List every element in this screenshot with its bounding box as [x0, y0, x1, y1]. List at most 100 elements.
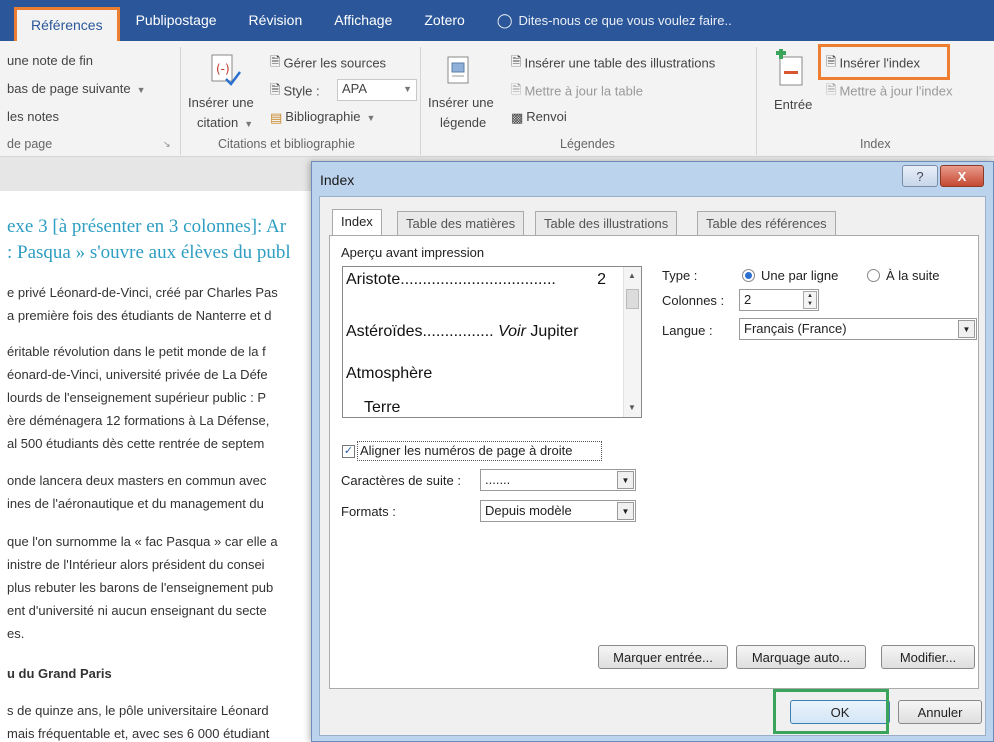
tab-leader-select[interactable]: ....... ▼ — [480, 469, 636, 491]
language-select[interactable]: Français (France) ▼ — [739, 318, 977, 340]
preview-leader: ................................... — [400, 271, 556, 288]
cross-reference-label: Renvoi — [526, 109, 567, 124]
tab-mailings[interactable]: Publipostage — [120, 0, 233, 41]
show-notes-button[interactable]: les notes — [7, 109, 59, 124]
cancel-button[interactable]: Annuler — [898, 700, 982, 724]
doc-heading-line-2: : Pasqua » s'ouvre aux élèves du publ — [7, 242, 291, 263]
tab-references[interactable]: Références — [14, 7, 120, 41]
chevron-down-icon[interactable]: ▼ — [617, 502, 634, 520]
mark-entry-button[interactable]: Entrée — [774, 97, 812, 112]
preview-page-number: 2 — [597, 271, 606, 288]
align-page-numbers-checkbox[interactable]: ✓ — [342, 445, 355, 458]
doc-subheading: u du Grand Paris — [7, 666, 112, 681]
doc-text-line: lourds de l'enseignement supérieur publi… — [7, 390, 267, 405]
scroll-down-icon[interactable]: ▼ — [628, 403, 636, 412]
doc-text-line: ère déménagera 12 formations à La Défens… — [7, 413, 270, 428]
tell-me-box[interactable]: ◯ Dites-nous ce que vous voulez faire.. — [481, 0, 748, 41]
help-button[interactable]: ? — [902, 165, 938, 187]
close-button[interactable]: X — [940, 165, 984, 187]
doc-text-line: al 500 étudiants dès cette rentrée de se… — [7, 436, 265, 451]
tab-table-of-contents[interactable]: Table des matières — [397, 211, 525, 235]
type-label: Type : — [662, 268, 698, 283]
print-preview-box: Aristote................................… — [342, 266, 642, 418]
preview-term: Aristote — [346, 271, 401, 288]
insert-caption-label-1[interactable]: Insérer une — [428, 95, 494, 110]
type-option-run-in[interactable]: À la suite — [886, 268, 939, 283]
scroll-thumb[interactable] — [626, 289, 639, 309]
doc-text-line: es. — [7, 626, 25, 641]
columns-spinner[interactable]: ▲ ▼ — [803, 291, 817, 309]
bibliography-button[interactable]: ▤ Bibliographie ▼ — [270, 109, 375, 126]
insert-citation-label-1[interactable]: Insérer une — [188, 95, 254, 110]
doc-text-line: que l'on surnomme la « fac Pasqua » car … — [7, 534, 278, 549]
chevron-down-icon: ▼ — [366, 113, 376, 123]
chevron-down-icon[interactable]: ▼ — [958, 320, 975, 338]
insert-endnote-button[interactable]: une note de fin — [7, 53, 93, 68]
style-label-wrap: 🗎 Style : — [270, 81, 320, 103]
update-table-icon: 🗎 — [511, 82, 522, 97]
mark-entry-dialog-button[interactable]: Marquer entrée... — [598, 645, 728, 669]
manage-sources-icon: 🗎 — [270, 54, 281, 69]
next-footnote-button[interactable]: bas de page suivante ▼ — [7, 81, 146, 96]
insert-index-highlight — [818, 44, 950, 80]
spin-up-icon[interactable]: ▲ — [804, 292, 816, 300]
tab-index[interactable]: Index — [332, 209, 382, 236]
type-option-per-line[interactable]: Une par ligne — [761, 268, 838, 283]
bibliography-label: Bibliographie — [285, 109, 361, 124]
auto-mark-button[interactable]: Marquage auto... — [736, 645, 866, 669]
ribbon: une note de fin bas de page suivante ▼ le… — [0, 41, 994, 157]
preview-label: Aperçu avant impression — [341, 245, 485, 260]
tab-zotero[interactable]: Zotero — [408, 0, 480, 41]
style-label: Style : — [283, 83, 320, 99]
formats-select[interactable]: Depuis modèle ▼ — [480, 500, 636, 522]
doc-text-line: plus rebuter les barons de l'enseignemen… — [7, 580, 274, 595]
columns-field[interactable]: 2 ▲ ▼ — [739, 289, 819, 311]
doc-text-line: s de quinze ans, le pôle universitaire L… — [7, 703, 269, 718]
tab-table-of-figures[interactable]: Table des illustrations — [535, 211, 678, 235]
tab-table-of-authorities[interactable]: Table des références — [697, 211, 836, 235]
tab-review[interactable]: Révision — [233, 0, 319, 41]
type-radio-run-in[interactable] — [867, 269, 880, 282]
preview-entry: Astéroïdes................ Voir Jupiter — [346, 323, 578, 341]
preview-entry: Atmosphère — [346, 365, 432, 383]
formats-label: Formats : — [341, 504, 396, 519]
chevron-down-icon: ▼ — [244, 119, 254, 129]
insert-citation-button[interactable]: citation ▼ — [197, 115, 253, 130]
manage-sources-button[interactable]: 🗎 Gérer les sources — [270, 53, 386, 75]
svg-text:(-): (-) — [216, 62, 230, 76]
citation-style-value: APA — [342, 81, 368, 96]
update-table-label: Mettre à jour la table — [524, 83, 643, 99]
document-page[interactable]: exe 3 [à présenter en 3 colonnes]: Ar : … — [0, 191, 330, 742]
index-tab-panel: Aperçu avant impression Aristote........… — [329, 235, 979, 689]
update-index-button[interactable]: 🗎 Mettre à jour l'index — [826, 81, 953, 103]
doc-text-line: éritable révolution dans le petit monde … — [7, 344, 266, 359]
dialog-launcher-icon[interactable]: ↘ — [163, 139, 171, 150]
insert-caption-label-2[interactable]: légende — [440, 115, 486, 130]
preview-scrollbar[interactable]: ▲ ▼ — [623, 267, 641, 417]
align-page-numbers-label[interactable]: Aligner les numéros de page à droite — [360, 443, 572, 458]
dialog-title: Index — [320, 172, 355, 188]
language-value: Français (France) — [744, 321, 847, 336]
columns-label: Colonnes : — [662, 293, 725, 308]
ok-highlight — [773, 689, 889, 734]
cross-reference-button[interactable]: ▩ Renvoi — [511, 109, 567, 126]
chevron-down-icon: ▼ — [136, 85, 146, 95]
spin-down-icon[interactable]: ▼ — [804, 300, 816, 308]
insert-table-of-figures-button[interactable]: 🗎 Insérer une table des illustrations — [511, 53, 715, 75]
update-index-icon: 🗎 — [826, 82, 837, 97]
doc-text-line: onde lancera deux masters en commun avec — [7, 473, 267, 488]
tab-view[interactable]: Affichage — [318, 0, 408, 41]
type-radio-per-line[interactable] — [742, 269, 755, 282]
table-of-figures-icon: 🗎 — [511, 54, 522, 69]
chevron-down-icon[interactable]: ▼ — [617, 471, 634, 489]
scroll-up-icon[interactable]: ▲ — [628, 271, 636, 280]
bibliography-icon: ▤ — [270, 109, 283, 125]
ribbon-separator — [756, 47, 757, 155]
help-icon: ? — [916, 168, 924, 184]
ribbon-separator — [420, 47, 421, 155]
group-label-captions: Légendes — [560, 137, 615, 151]
modify-button[interactable]: Modifier... — [881, 645, 975, 669]
update-table-button[interactable]: 🗎 Mettre à jour la table — [511, 81, 643, 103]
insert-caption-icon — [447, 56, 469, 84]
citation-style-select[interactable]: APA ▼ — [337, 79, 417, 101]
